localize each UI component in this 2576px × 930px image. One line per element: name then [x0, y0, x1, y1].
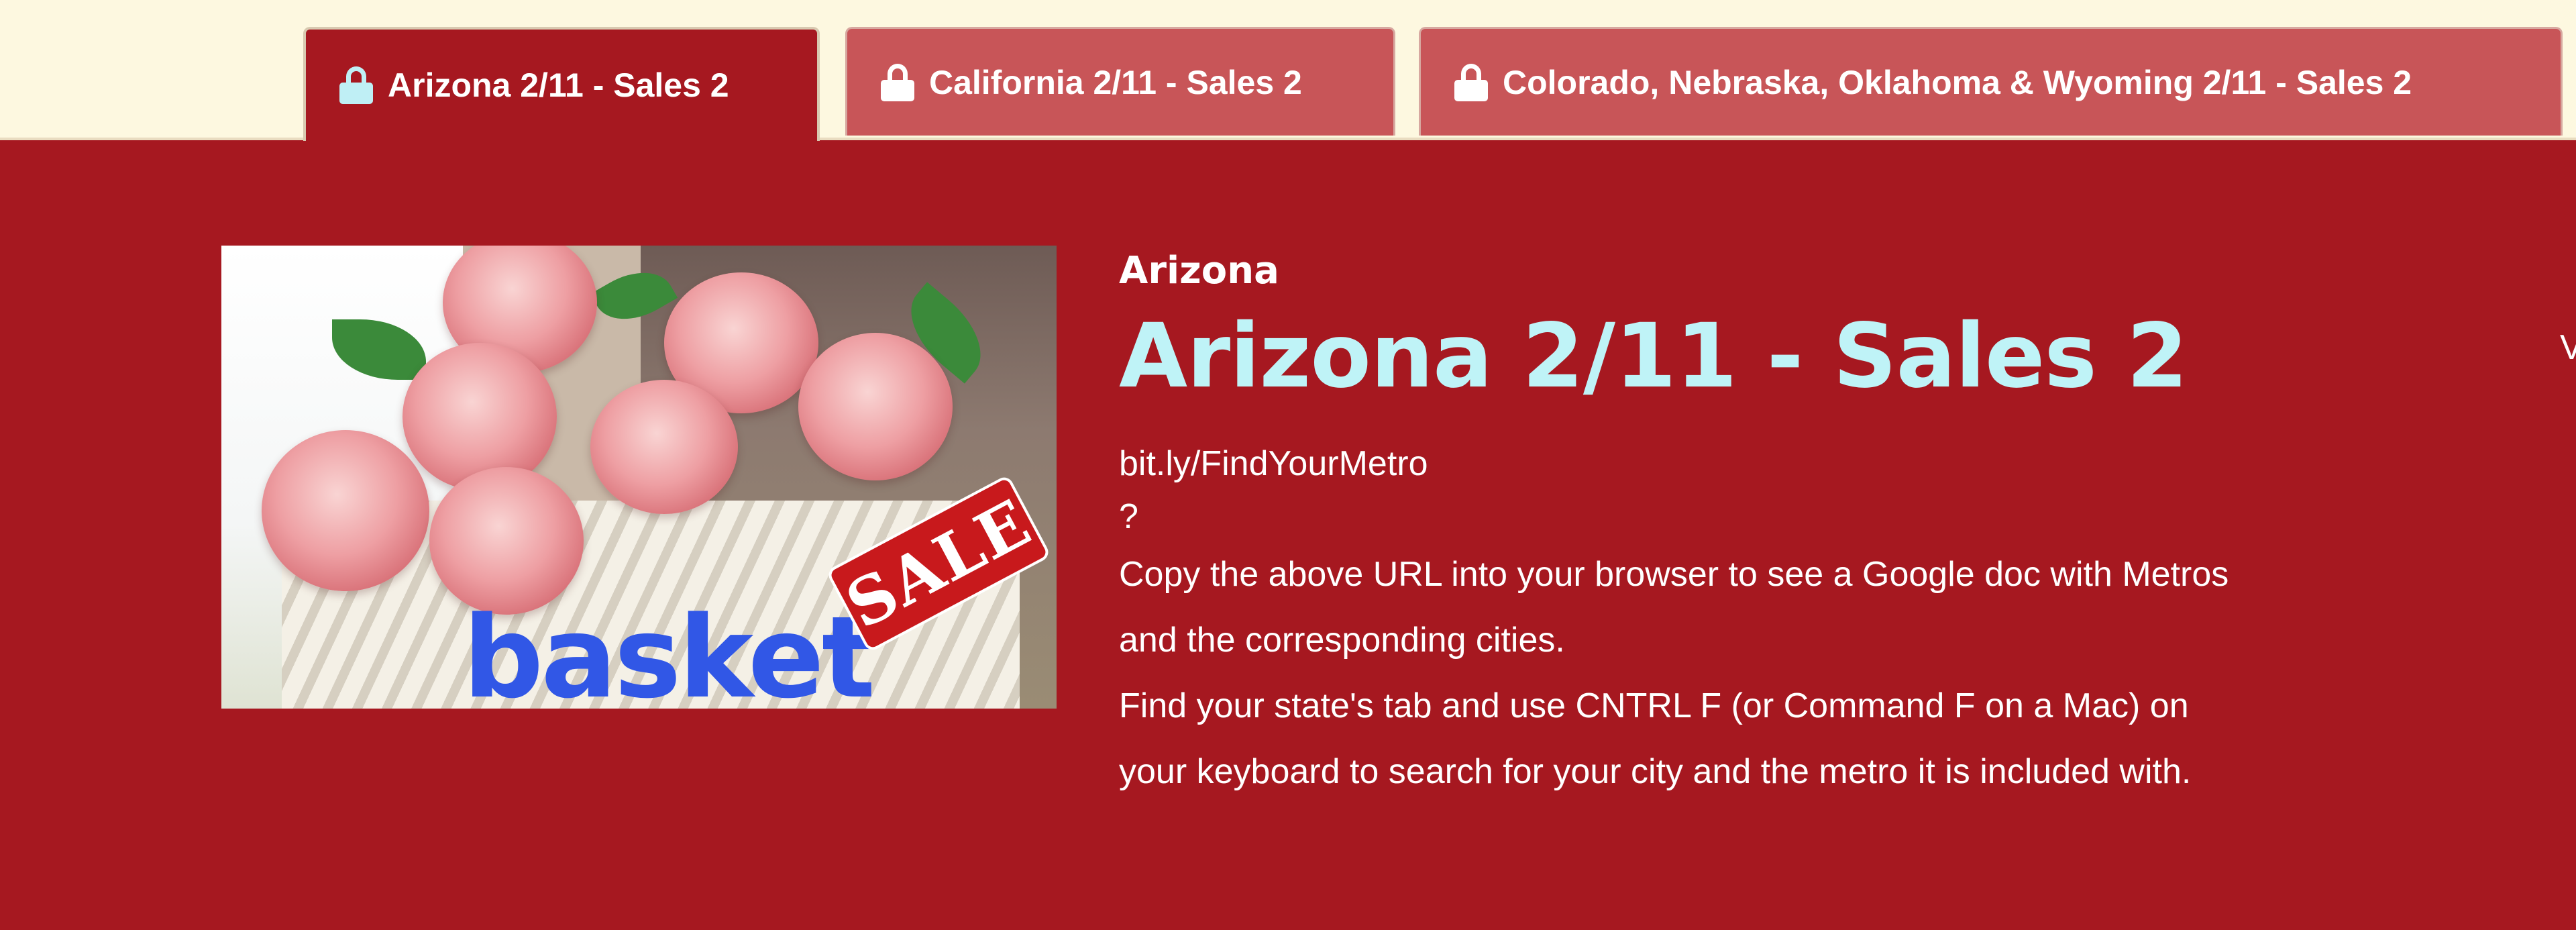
- page: Arizona 2/11 - Sales 2 California 2/11 -…: [0, 0, 2576, 930]
- lock-icon: [339, 66, 373, 104]
- basket-logo-text: basket: [463, 592, 875, 709]
- tab-colorado-nebraska-oklahoma-wyoming[interactable]: Colorado, Nebraska, Oklahoma & Wyoming 2…: [1419, 27, 2563, 136]
- description-line-2: Find your state's tab and use CNTRL F (o…: [1119, 686, 2192, 792]
- tab-label: Colorado, Nebraska, Oklahoma & Wyoming 2…: [1503, 63, 2412, 101]
- lock-icon: [1454, 63, 1488, 101]
- question-mark-text: ?: [1119, 497, 1138, 536]
- tab-bar: Arizona 2/11 - Sales 2 California 2/11 -…: [0, 0, 2576, 141]
- rose-graphic: [262, 430, 429, 591]
- page-title: Arizona 2/11 - Sales 2: [1119, 305, 2188, 409]
- tab-label: California 2/11 - Sales 2: [929, 63, 1302, 101]
- tab-arizona[interactable]: Arizona 2/11 - Sales 2: [303, 27, 820, 141]
- rose-graphic: [590, 380, 738, 514]
- rose-graphic: [798, 333, 953, 480]
- description-paragraph: Copy the above URL into your browser to …: [1119, 541, 2259, 805]
- clipped-text-fragment: V: [2560, 330, 2576, 364]
- hero-image: basket SALE: [221, 246, 1057, 709]
- rose-graphic: [402, 343, 557, 490]
- state-label: Arizona: [1119, 249, 1279, 293]
- tab-label: Arizona 2/11 - Sales 2: [388, 66, 729, 104]
- lock-icon: [881, 63, 914, 101]
- product-info: Arizona Arizona 2/11 - Sales 2 bit.ly/Fi…: [1119, 248, 2259, 805]
- description-line-1: Copy the above URL into your browser to …: [1119, 555, 2229, 660]
- tab-california[interactable]: California 2/11 - Sales 2: [845, 27, 1395, 136]
- metro-link[interactable]: bit.ly/FindYourMetro: [1119, 443, 2259, 484]
